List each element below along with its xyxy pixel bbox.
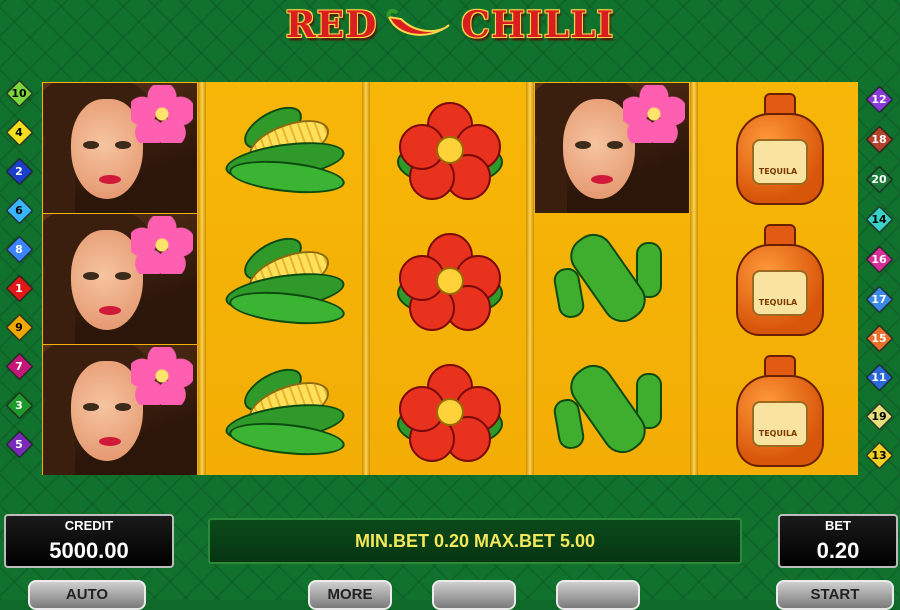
reel-5: TEQUILA TEQUILA TEQUILA xyxy=(698,82,858,475)
payline-marker[interactable]: 16 xyxy=(866,246,893,273)
bet-display[interactable]: BET 0.20 xyxy=(778,514,898,568)
lady-icon xyxy=(43,344,197,475)
tequila-bottle-icon: TEQUILA xyxy=(730,220,826,338)
symbol-corn xyxy=(206,213,362,344)
payline-marker[interactable]: 12 xyxy=(866,86,893,113)
red-flower-icon xyxy=(393,98,503,200)
payline-marker[interactable]: 2 xyxy=(6,158,33,185)
symbol-red-flower xyxy=(370,344,526,475)
payline-marker[interactable]: 1 xyxy=(6,275,33,302)
red-flower-icon xyxy=(393,229,503,331)
symbol-corn xyxy=(206,82,362,213)
title-word-chilli: CHILLI xyxy=(461,4,615,46)
tequila-label: TEQUILA xyxy=(758,297,798,307)
start-button[interactable]: START xyxy=(776,580,894,610)
symbol-red-flower xyxy=(370,82,526,213)
payline-marker[interactable]: 6 xyxy=(6,197,33,224)
corn-icon xyxy=(219,359,349,460)
symbol-cactus xyxy=(534,213,690,344)
symbol-lady xyxy=(534,82,690,213)
lady-icon xyxy=(43,82,197,213)
payline-marker[interactable]: 5 xyxy=(6,431,33,458)
symbol-lady xyxy=(42,82,198,213)
payline-marker[interactable]: 13 xyxy=(866,442,893,469)
payline-marker[interactable]: 18 xyxy=(866,126,893,153)
symbol-cactus xyxy=(534,344,690,475)
symbol-red-flower xyxy=(370,213,526,344)
tequila-label: TEQUILA xyxy=(758,428,798,438)
reel-separator xyxy=(526,82,534,475)
cactus-icon xyxy=(551,351,672,469)
payline-marker[interactable]: 3 xyxy=(6,392,33,419)
symbol-tequila: TEQUILA xyxy=(698,82,858,213)
reel-separator xyxy=(362,82,370,475)
bet-value: 0.20 xyxy=(816,538,860,563)
credit-value: 5000.00 xyxy=(49,538,129,563)
symbol-tequila: TEQUILA xyxy=(698,213,858,344)
reel-4 xyxy=(534,82,690,475)
bet-limits-bar: MIN.BET 0.20 MAX.BET 5.00 xyxy=(208,518,742,564)
more-button[interactable]: MORE xyxy=(308,580,392,610)
game-background: RED CHILLI TEQUILA TEQUILA TEQUILA 10 4 … xyxy=(0,0,900,610)
game-title: RED CHILLI xyxy=(262,4,638,46)
corn-icon xyxy=(219,228,349,329)
reel-separator xyxy=(198,82,206,475)
payline-marker[interactable]: 11 xyxy=(866,364,893,391)
reels-area: TEQUILA TEQUILA TEQUILA xyxy=(42,82,858,475)
symbol-corn xyxy=(206,344,362,475)
tequila-bottle-icon: TEQUILA xyxy=(730,351,826,469)
reel-1 xyxy=(42,82,198,475)
auto-button[interactable]: AUTO xyxy=(28,580,146,610)
corn-icon xyxy=(219,97,349,198)
reel-separator xyxy=(690,82,698,475)
chili-pepper-icon xyxy=(386,8,451,36)
lady-icon xyxy=(535,82,689,213)
payline-marker[interactable]: 4 xyxy=(6,119,33,146)
cactus-icon xyxy=(551,220,672,338)
payline-marker[interactable]: 7 xyxy=(6,353,33,380)
payline-marker[interactable]: 17 xyxy=(866,286,893,313)
payline-marker[interactable]: 14 xyxy=(866,206,893,233)
symbol-lady xyxy=(42,213,198,344)
symbol-tequila: TEQUILA xyxy=(698,344,858,475)
symbol-lady xyxy=(42,344,198,475)
bet-label: BET xyxy=(825,518,851,533)
credit-label: CREDIT xyxy=(64,518,114,533)
payline-marker[interactable]: 10 xyxy=(6,80,33,107)
payline-marker[interactable]: 8 xyxy=(6,236,33,263)
reel-2 xyxy=(206,82,362,475)
payline-marker[interactable]: 19 xyxy=(866,403,893,430)
control-button[interactable] xyxy=(432,580,516,610)
lady-icon xyxy=(43,213,197,344)
payline-marker[interactable]: 20 xyxy=(866,166,893,193)
tequila-bottle-icon: TEQUILA xyxy=(730,89,826,207)
credit-display: CREDIT 5000.00 xyxy=(4,514,174,568)
control-button[interactable] xyxy=(556,580,640,610)
reel-3 xyxy=(370,82,526,475)
payline-marker[interactable]: 15 xyxy=(866,325,893,352)
title-word-red: RED xyxy=(285,4,378,46)
payline-marker[interactable]: 9 xyxy=(6,314,33,341)
tequila-label: TEQUILA xyxy=(758,166,798,176)
red-flower-icon xyxy=(393,360,503,462)
